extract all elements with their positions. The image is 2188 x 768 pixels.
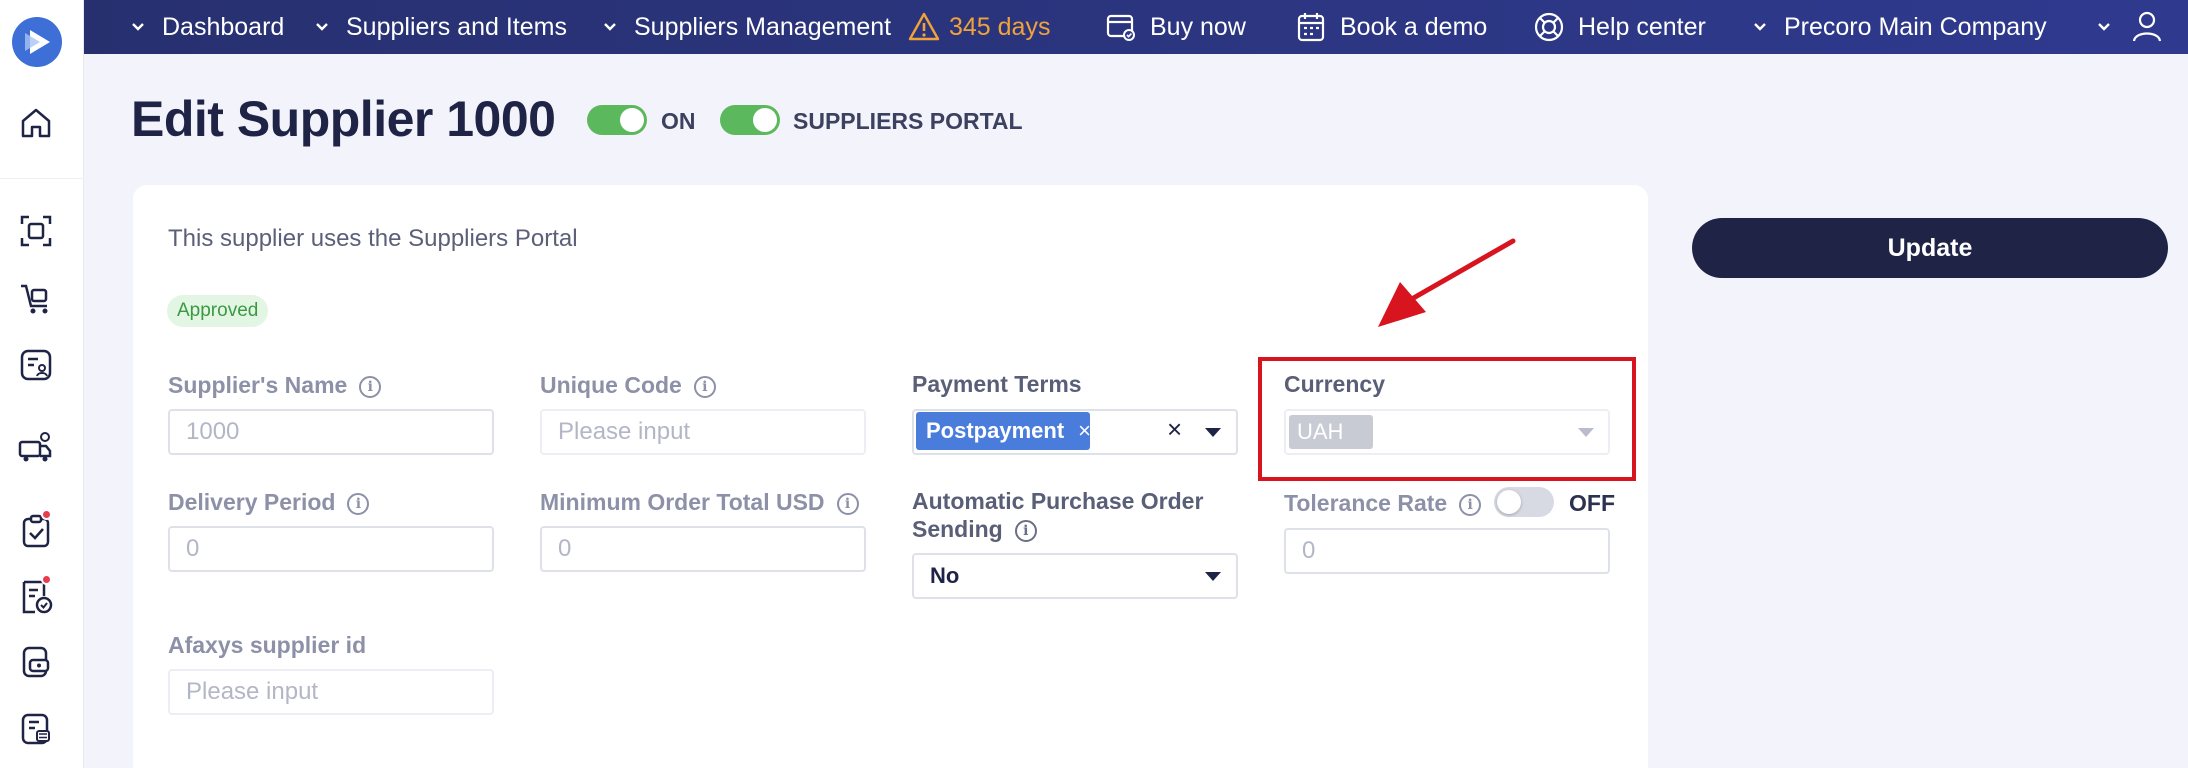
tolerance-rate-toggle[interactable]: [1494, 487, 1554, 517]
company-switcher[interactable]: Precoro Main Company: [1750, 0, 2047, 54]
logo-icon[interactable]: [12, 17, 62, 67]
currency-highlight-box: [1258, 357, 1636, 481]
status-badge: Approved: [167, 295, 269, 327]
auto-po-sending-label-line2: Sending i: [912, 516, 1037, 543]
auto-po-sending-label: Automatic Purchase Order: [912, 488, 1204, 514]
notification-dot: [41, 509, 52, 520]
trial-warning[interactable]: 345 days: [907, 0, 1050, 54]
calendar-icon: [1297, 13, 1325, 42]
info-icon[interactable]: i: [693, 375, 716, 398]
unique-code-label: Unique Code i: [540, 372, 716, 399]
chevron-down-icon[interactable]: [1205, 428, 1221, 437]
trial-days-label: 345 days: [949, 12, 1051, 41]
info-icon[interactable]: i: [1459, 493, 1482, 516]
info-icon[interactable]: i: [359, 375, 382, 398]
nav-dashboard[interactable]: Dashboard: [128, 0, 284, 54]
supplier-name-label: Supplier's Name i: [168, 372, 382, 399]
unique-code-label-text: Unique Code: [540, 372, 682, 398]
unique-code-input[interactable]: Please input: [540, 409, 866, 455]
toggle-knob: [753, 108, 777, 132]
delivery-period-input[interactable]: 0: [168, 526, 494, 572]
toggle-knob: [620, 108, 644, 132]
supplier-name-label-text: Supplier's Name: [168, 372, 348, 398]
nav-book-demo[interactable]: Book a demo: [1294, 0, 1487, 54]
lifebuoy-icon: [1534, 12, 1564, 42]
receipt-icon[interactable]: [17, 709, 55, 747]
page-title: Edit Supplier 1000: [131, 91, 556, 147]
payment-term-tag: Postpayment ×: [916, 412, 1091, 450]
min-order-total-label: Minimum Order Total USD i: [540, 489, 859, 516]
nav-dashboard-label: Dashboard: [162, 12, 285, 41]
info-icon[interactable]: i: [347, 492, 370, 515]
nav-buy-now-label: Buy now: [1150, 12, 1246, 41]
tag-remove-icon[interactable]: ×: [1078, 418, 1091, 443]
user-icon[interactable]: [2130, 9, 2164, 43]
min-order-total-input[interactable]: 0: [540, 526, 866, 572]
tolerance-rate-label: Tolerance Rate i: [1284, 490, 1482, 517]
chevron-down-icon: [316, 23, 328, 31]
suppliers-portal-toggle[interactable]: [720, 105, 780, 135]
payment-term-tag-label: Postpayment: [926, 418, 1065, 443]
afaxys-supplier-id-label: Afaxys supplier id: [168, 632, 367, 658]
contact-icon[interactable]: [17, 346, 55, 384]
supplier-icon[interactable]: [17, 428, 55, 466]
company-name: Precoro Main Company: [1784, 12, 2047, 41]
sidebar-divider: [0, 178, 84, 179]
nav-book-demo-label: Book a demo: [1340, 12, 1488, 41]
chevron-down-icon: [1205, 572, 1221, 581]
nav-suppliers-items[interactable]: Suppliers and Items: [312, 0, 567, 54]
payment-terms-label: Payment Terms: [912, 371, 1082, 397]
tolerance-rate-label-text: Tolerance Rate: [1284, 490, 1448, 516]
afaxys-supplier-id-input[interactable]: Please input: [168, 669, 494, 715]
home-icon[interactable]: [17, 104, 55, 142]
supplier-name-field[interactable]: 1000: [168, 409, 494, 455]
sidebar: [0, 0, 84, 768]
chevron-down-icon: [2098, 23, 2110, 31]
annotation-arrow-icon: [1378, 238, 1516, 327]
warning-icon: [908, 12, 940, 41]
scan-icon[interactable]: [17, 212, 55, 250]
update-button[interactable]: Update: [1692, 218, 2168, 278]
nav-help-center[interactable]: Help center: [1532, 0, 1706, 54]
auto-po-sending-select[interactable]: No: [912, 553, 1238, 599]
cart-icon[interactable]: [17, 280, 55, 318]
auto-po-sending-label-text: Sending: [912, 516, 1003, 542]
notification-dot: [41, 574, 52, 585]
chevron-down-icon: [132, 23, 144, 31]
portal-note: This supplier uses the Suppliers Portal: [168, 225, 578, 252]
toggle-knob: [1497, 490, 1521, 514]
nav-suppliers-items-label: Suppliers and Items: [346, 12, 567, 41]
user-menu-toggle[interactable]: [2094, 0, 2128, 54]
active-toggle[interactable]: [587, 105, 647, 135]
chevron-down-icon: [604, 23, 616, 31]
info-icon[interactable]: i: [1014, 519, 1037, 542]
buy-icon: [1106, 14, 1135, 41]
nav-help-center-label: Help center: [1578, 12, 1706, 41]
delivery-period-label: Delivery Period i: [168, 489, 370, 516]
min-order-total-label-text: Minimum Order Total USD: [540, 489, 825, 515]
clear-icon[interactable]: ×: [1167, 414, 1182, 445]
tolerance-rate-toggle-label: OFF: [1569, 490, 1615, 516]
active-toggle-label: ON: [661, 108, 696, 134]
suppliers-portal-toggle-label: SUPPLIERS PORTAL: [793, 108, 1023, 134]
chevron-down-icon: [1754, 23, 1766, 31]
tolerance-rate-input[interactable]: 0: [1284, 528, 1610, 574]
top-navigation-bar: Dashboard Suppliers and Items Suppliers …: [84, 0, 2188, 54]
nav-suppliers-management[interactable]: Suppliers Management: [600, 0, 891, 54]
info-icon[interactable]: i: [836, 492, 859, 515]
nav-suppliers-management-label: Suppliers Management: [634, 12, 892, 41]
delivery-period-label-text: Delivery Period: [168, 489, 336, 515]
nav-buy-now[interactable]: Buy now: [1104, 0, 1246, 54]
payment-icon[interactable]: [17, 643, 55, 681]
